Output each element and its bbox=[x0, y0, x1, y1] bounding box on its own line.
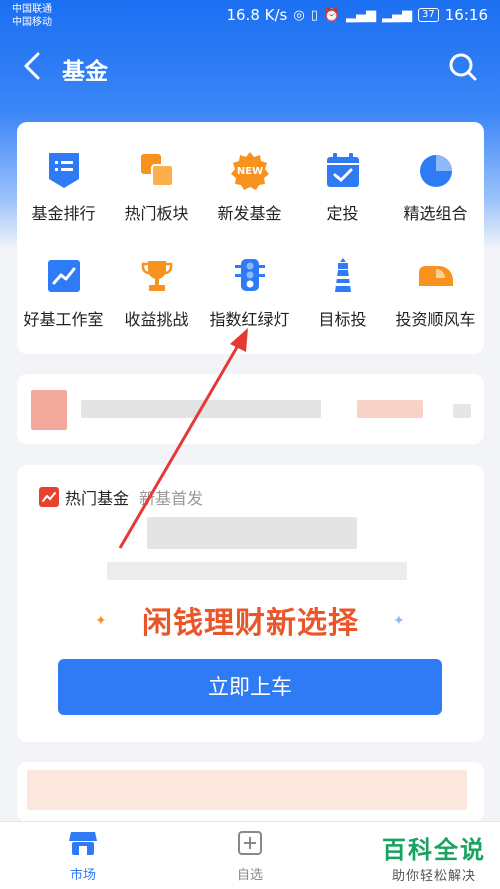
hot-fund-card: 热门基金 新基首发 ✦ 闲钱理财新选择 ✦ 立即上车 bbox=[17, 465, 484, 742]
grid-label: 新发基金 bbox=[217, 204, 282, 223]
pie-chart-icon bbox=[419, 155, 452, 187]
grid-item-fixed-investment[interactable]: 定投 bbox=[296, 150, 389, 240]
grid-label: 好基工作室 bbox=[23, 310, 104, 329]
carrier-info: 中国联通 中国移动 bbox=[12, 3, 52, 29]
trend-chart-icon bbox=[47, 260, 80, 292]
banner-arrow-blur bbox=[453, 404, 471, 418]
grid-label: 精选组合 bbox=[403, 204, 468, 223]
signal-4g-icon: ▂▄▆ bbox=[346, 7, 377, 23]
watermark-title: 百科全说 bbox=[382, 836, 486, 864]
clock: 16:16 bbox=[444, 6, 488, 24]
fund-name-blur bbox=[147, 517, 357, 549]
status-bar: 中国联通 中国移动 16.8 K/s ◎ ▯ ⏰ ▂▄▆ ▂▄▆ 37 16:1… bbox=[0, 0, 500, 34]
grid-item-new-fund[interactable]: NEW 新发基金 bbox=[203, 150, 296, 240]
grid-item-studio[interactable]: 好基工作室 bbox=[17, 256, 110, 346]
hot-fund-header: 热门基金 新基首发 bbox=[39, 485, 203, 509]
traffic-light-icon bbox=[234, 259, 265, 291]
trophy-icon bbox=[141, 261, 172, 291]
add-watchlist-icon bbox=[238, 831, 262, 855]
watermark-subtitle: 助你轻松解决 bbox=[391, 869, 476, 884]
hot-trend-icon bbox=[39, 487, 59, 507]
carrier-1: 中国联通 bbox=[12, 4, 52, 15]
grid-label: 目标投 bbox=[318, 310, 367, 329]
grid-label: 指数红绿灯 bbox=[209, 310, 290, 329]
grid-item-hot-sectors[interactable]: 热门板块 bbox=[110, 150, 203, 240]
grid-item-target-investment[interactable]: 目标投 bbox=[296, 256, 389, 346]
carrier-2: 中国移动 bbox=[12, 17, 52, 28]
hot-fund-title[interactable]: 热门基金 bbox=[65, 485, 129, 509]
bottom-tab-bar: 市场 自选 百科全说 助你轻松解决 bbox=[0, 821, 500, 889]
grid-item-fund-ranking[interactable]: 基金排行 bbox=[17, 150, 110, 240]
fund-desc-blur bbox=[107, 562, 407, 580]
calendar-check-icon bbox=[326, 153, 359, 187]
status-indicators: 16.8 K/s ◎ ▯ ⏰ ▂▄▆ ▂▄▆ 37 16:16 bbox=[226, 6, 488, 24]
new-fund-subtitle[interactable]: 新基首发 bbox=[139, 485, 203, 509]
nav-bar: 基金 bbox=[0, 40, 500, 96]
back-arrow-icon[interactable] bbox=[20, 50, 46, 82]
search-icon[interactable] bbox=[448, 52, 478, 82]
car-icon bbox=[418, 266, 453, 286]
grid-label: 收益挑战 bbox=[124, 310, 189, 329]
tab-label: 自选 bbox=[236, 868, 263, 883]
grid-label: 定投 bbox=[326, 204, 359, 223]
grid-item-selected-portfolio[interactable]: 精选组合 bbox=[389, 150, 482, 240]
new-badge-text: NEW bbox=[236, 166, 262, 177]
grid-item-investment-express[interactable]: 投资顺风车 bbox=[389, 256, 482, 346]
grid-item-index-traffic-light[interactable]: 指数红绿灯 bbox=[203, 256, 296, 346]
next-card-preview bbox=[17, 762, 484, 822]
watermark: 百科全说 助你轻松解决 bbox=[382, 830, 486, 884]
feature-grid: 基金排行 热门板块 NEW 新发基金 定投 精选组合 好基工作室 收益挑战 指数… bbox=[17, 122, 484, 354]
preview-blur bbox=[27, 770, 467, 810]
page-title: 基金 bbox=[62, 59, 108, 85]
lighthouse-icon bbox=[334, 258, 351, 292]
sparkle-right-icon: ✦ bbox=[393, 613, 405, 629]
fund-slogan: 闲钱理财新选择 bbox=[142, 606, 359, 641]
vibrate-icon: ▯ bbox=[310, 7, 318, 23]
grid-label: 热门板块 bbox=[124, 204, 189, 223]
grid-label: 基金排行 bbox=[31, 204, 96, 223]
network-speed: 16.8 K/s bbox=[226, 6, 288, 24]
banner-image-blur bbox=[31, 390, 67, 430]
grid-item-return-challenge[interactable]: 收益挑战 bbox=[110, 256, 203, 346]
grid-label: 投资顺风车 bbox=[395, 310, 476, 329]
banner-tag-blur bbox=[357, 400, 423, 418]
signal-2g-icon: ▂▄▆ bbox=[382, 7, 413, 23]
market-store-icon bbox=[69, 832, 97, 855]
banner-text-blur bbox=[81, 400, 321, 418]
tab-label: 市场 bbox=[69, 868, 96, 883]
promo-banner[interactable] bbox=[17, 374, 484, 444]
hotspot-icon: ◎ bbox=[293, 7, 305, 23]
board-now-button[interactable]: 立即上车 bbox=[58, 659, 442, 715]
hot-sectors-icon bbox=[140, 154, 174, 187]
alarm-icon: ⏰ bbox=[323, 7, 341, 23]
tab-market[interactable]: 市场 bbox=[43, 830, 123, 883]
new-fund-icon: NEW bbox=[230, 152, 269, 190]
ranking-list-icon bbox=[48, 153, 79, 188]
battery-icon: 37 bbox=[418, 8, 439, 22]
tab-watchlist[interactable]: 自选 bbox=[210, 830, 290, 883]
